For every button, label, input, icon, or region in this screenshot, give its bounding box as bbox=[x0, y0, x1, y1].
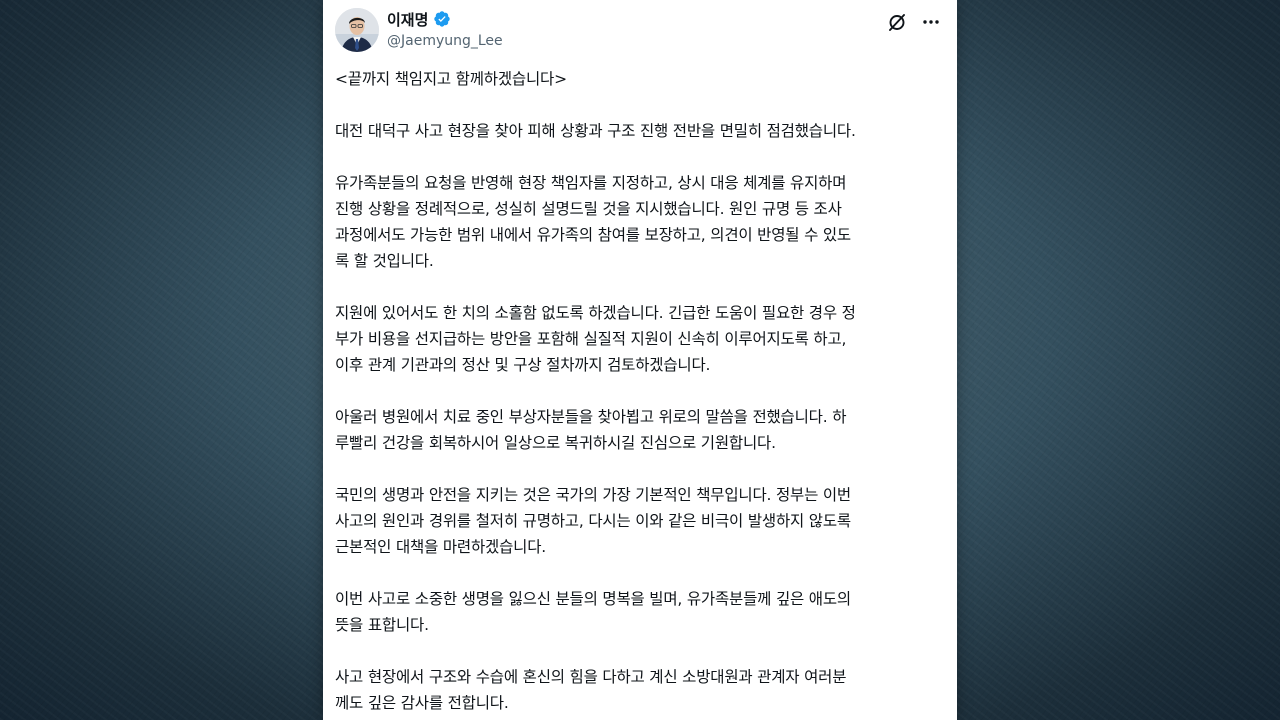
tweet-paragraph-headline: <끝까지 책임지고 함께하겠습니다> bbox=[335, 70, 567, 88]
tweet-paragraph: 이번 사고로 소중한 생명을 잃으신 분들의 명복을 빌며, 유가족분들께 깊은… bbox=[335, 590, 851, 634]
tweet-card: 이재명 @Jaemyung_Lee <끝까지 책임지고 함께하겠습니다> 대전 … bbox=[323, 0, 957, 720]
tweet-paragraph: 지원에 있어서도 한 치의 소홀함 없도록 하겠습니다. 긴급한 도움이 필요한… bbox=[335, 304, 856, 374]
tweet-paragraph: 사고 현장에서 구조와 수습에 혼신의 힘을 다하고 계신 소방대원과 관계자 … bbox=[335, 668, 847, 712]
tweet-paragraph: 국민의 생명과 안전을 지키는 것은 국가의 가장 기본적인 책무입니다. 정부… bbox=[335, 486, 851, 556]
grok-icon[interactable] bbox=[885, 10, 909, 34]
header-actions bbox=[885, 10, 943, 34]
verified-badge-icon[interactable] bbox=[433, 10, 451, 28]
display-name[interactable]: 이재명 bbox=[387, 9, 428, 30]
display-name-row: 이재명 bbox=[387, 8, 503, 30]
tweet-text: <끝까지 책임지고 함께하겠습니다> 대전 대덕구 사고 현장을 찾아 피해 상… bbox=[335, 66, 947, 720]
avatar[interactable] bbox=[335, 8, 379, 52]
tweet-paragraph: 아울러 병원에서 치료 중인 부상자분들을 찾아뵙고 위로의 말씀을 전했습니다… bbox=[335, 408, 847, 452]
tweet-header: 이재명 @Jaemyung_Lee bbox=[335, 8, 945, 56]
more-options-icon[interactable] bbox=[919, 10, 943, 34]
author-info: 이재명 @Jaemyung_Lee bbox=[387, 8, 503, 52]
tweet-paragraph: 대전 대덕구 사고 현장을 찾아 피해 상황과 구조 진행 전반을 면밀히 점검… bbox=[335, 122, 856, 140]
tweet-paragraph: 유가족분들의 요청을 반영해 현장 책임자를 지정하고, 상시 대응 체계를 유… bbox=[335, 174, 851, 270]
user-handle[interactable]: @Jaemyung_Lee bbox=[387, 33, 503, 49]
